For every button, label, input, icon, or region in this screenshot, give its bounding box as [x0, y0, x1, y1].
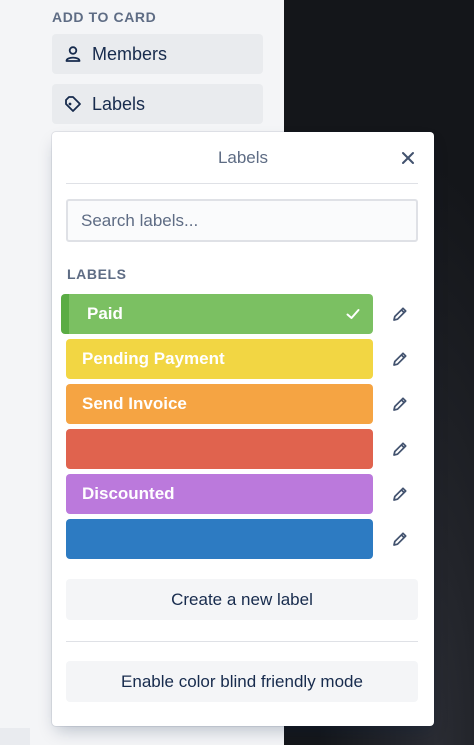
members-button[interactable]: Members — [52, 34, 263, 74]
create-new-label-button[interactable]: Create a new label — [66, 579, 418, 620]
labels-section-heading: LABELS — [67, 266, 127, 282]
check-icon — [346, 309, 360, 319]
label-chip-blue[interactable] — [66, 519, 373, 559]
edit-label-pencil-icon[interactable] — [389, 483, 411, 505]
divider — [66, 183, 418, 184]
label-row-blue — [66, 519, 426, 559]
edit-label-pencil-icon[interactable] — [389, 393, 411, 415]
label-name: Paid — [87, 304, 123, 323]
label-chip-send-invoice[interactable]: Send Invoice — [66, 384, 373, 424]
edit-label-pencil-icon[interactable] — [389, 438, 411, 460]
members-button-label: Members — [92, 43, 168, 64]
close-icon[interactable] — [398, 148, 418, 168]
sidebar-edge — [0, 728, 30, 745]
label-name: Send Invoice — [82, 394, 187, 413]
divider — [66, 641, 418, 642]
labels-popover: Labels LABELS Paid Pending Payment — [52, 132, 434, 726]
label-row-paid: Paid — [61, 294, 426, 334]
color-blind-mode-button[interactable]: Enable color blind friendly mode — [66, 661, 418, 702]
label-chip-paid[interactable]: Paid — [61, 294, 373, 334]
popover-title: Labels — [217, 148, 269, 167]
edit-label-pencil-icon[interactable] — [389, 528, 411, 550]
label-chip-discounted[interactable]: Discounted — [66, 474, 373, 514]
search-labels-input[interactable] — [66, 199, 418, 242]
labels-button[interactable]: Labels — [52, 84, 263, 124]
labels-button-label: Labels — [92, 93, 146, 114]
label-row-red — [66, 429, 426, 469]
label-name: Pending Payment — [82, 349, 225, 368]
label-chip-red[interactable] — [66, 429, 373, 469]
label-row-send-invoice: Send Invoice — [66, 384, 426, 424]
label-name: Discounted — [82, 484, 175, 503]
label-row-discounted: Discounted — [66, 474, 426, 514]
add-to-card-heading: ADD TO CARD — [52, 9, 157, 25]
label-chip-pending-payment[interactable]: Pending Payment — [66, 339, 373, 379]
tag-icon — [63, 94, 83, 114]
person-icon — [63, 44, 83, 64]
edit-label-pencil-icon[interactable] — [389, 303, 411, 325]
label-row-pending-payment: Pending Payment — [66, 339, 426, 379]
edit-label-pencil-icon[interactable] — [389, 348, 411, 370]
